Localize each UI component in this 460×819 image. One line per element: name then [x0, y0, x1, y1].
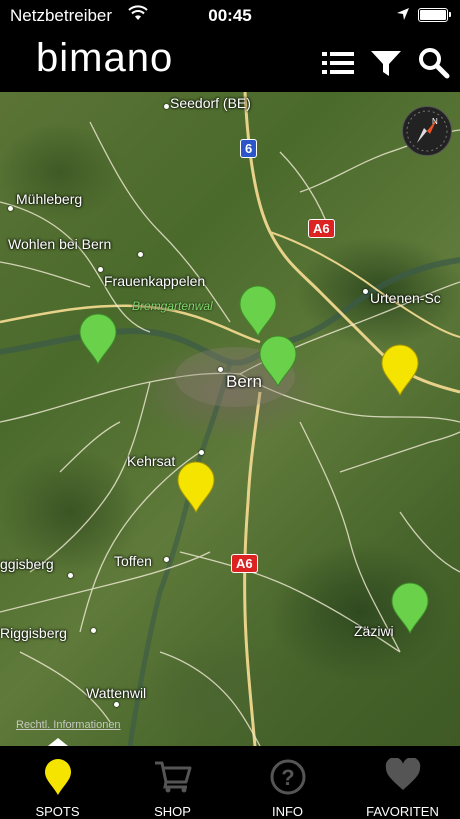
spot-pin-green[interactable] — [258, 334, 298, 388]
filter-icon — [371, 51, 401, 76]
place-dot — [91, 628, 96, 633]
active-tab-indicator — [48, 738, 68, 746]
tab-info[interactable]: ? INFO — [230, 746, 345, 819]
place-bern: Bern — [226, 372, 262, 391]
place-zaeziwil: Zäziwi — [354, 623, 394, 639]
place-dot — [68, 573, 73, 578]
place-dot — [8, 206, 13, 211]
place-wattenwil: Wattenwil — [86, 685, 147, 701]
question-icon: ? — [230, 758, 345, 796]
search-icon — [419, 48, 450, 79]
cart-icon — [115, 758, 230, 796]
spot-pin-green[interactable] — [390, 581, 430, 635]
app-header: bimano — [0, 32, 460, 92]
place-dot — [363, 289, 368, 294]
location-arrow-icon — [396, 6, 410, 26]
place-dot — [138, 252, 143, 257]
tab-spots[interactable]: SPOTS — [0, 746, 115, 819]
tab-shop[interactable]: SHOP — [115, 746, 230, 819]
tab-favoriten[interactable]: FAVORITEN — [345, 746, 460, 819]
compass-icon: N — [406, 110, 448, 152]
tab-label: FAVORITEN — [366, 804, 439, 819]
tab-bar: SPOTS SHOP ? INFO FAVORITEN — [0, 738, 460, 819]
tab-label: SHOP — [154, 804, 191, 819]
place-seedorf: Seedorf (BE) — [170, 95, 251, 111]
svg-text:N: N — [432, 117, 438, 126]
status-bar: Netzbetreiber 00:45 — [0, 0, 460, 32]
place-dot — [98, 267, 103, 272]
place-dot — [199, 450, 204, 455]
tab-label: INFO — [271, 804, 304, 819]
compass-button[interactable]: N — [402, 106, 452, 156]
spot-pin-green[interactable] — [78, 312, 118, 366]
place-rueggisberg: ggisberg — [0, 556, 54, 572]
place-muehleberg: Mühleberg — [16, 191, 83, 207]
spot-pin-yellow[interactable] — [176, 460, 216, 514]
map-pin-icon — [391, 582, 429, 635]
forest-label: Bremgartenwal — [132, 299, 213, 313]
clock: 00:45 — [208, 6, 252, 25]
map-pin-icon — [381, 344, 419, 397]
place-dot — [114, 702, 119, 707]
map-pin-icon — [239, 285, 277, 338]
svg-text:?: ? — [281, 765, 294, 790]
map-pin-icon — [259, 335, 297, 388]
place-dot — [164, 557, 169, 562]
place-wohlen: Wohlen bei Bern — [8, 236, 112, 252]
filter-button[interactable] — [368, 46, 404, 80]
map-pin-icon — [177, 461, 215, 514]
map-pin-icon — [79, 313, 117, 366]
place-toffen: Toffen — [114, 553, 152, 569]
list-icon — [322, 52, 354, 74]
list-view-button[interactable] — [320, 46, 356, 80]
highway-a6-shield: A6 — [308, 219, 335, 238]
tab-label: SPOTS — [35, 804, 80, 819]
place-kehrsatz: Kehrsat — [127, 453, 176, 469]
place-urtenen: Urtenen-Sc — [370, 290, 441, 306]
highway-6-shield: 6 — [240, 139, 258, 158]
highway-a6-shield: A6 — [231, 554, 258, 573]
heart-icon — [345, 757, 460, 796]
place-dot — [218, 367, 223, 372]
place-riggisberg: Riggisberg — [0, 625, 67, 641]
legal-info-link[interactable]: Rechtl. Informationen — [16, 719, 121, 731]
battery-icon — [418, 8, 451, 22]
place-frauenkappelen: Frauenkappelen — [104, 273, 206, 289]
spot-pin-yellow[interactable] — [380, 343, 420, 397]
place-dot — [164, 104, 169, 109]
app-title: bimano — [36, 36, 174, 80]
search-button[interactable] — [416, 46, 452, 80]
spot-pin-icon — [0, 758, 115, 796]
satellite-map[interactable]: Seedorf (BE) Mühleberg Wohlen bei Bern F… — [0, 92, 460, 746]
spot-pin-green[interactable] — [238, 284, 278, 338]
